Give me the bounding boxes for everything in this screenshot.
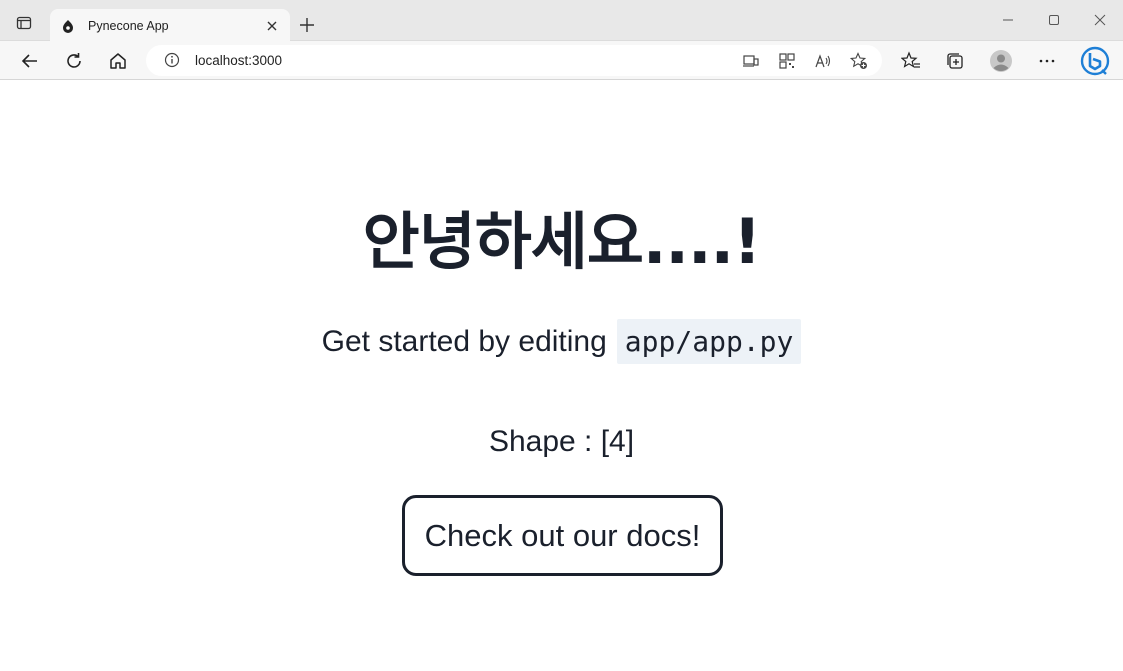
subtitle: Get started by editing app/app.py — [0, 319, 1123, 364]
new-tab-icon[interactable] — [296, 14, 318, 36]
site-info-icon[interactable] — [164, 52, 180, 68]
page-content: 안녕하세요....! Get started by editing app/ap… — [0, 81, 1123, 671]
browser-tab[interactable]: Pynecone App — [50, 9, 290, 42]
read-aloud-icon[interactable] — [814, 52, 832, 70]
docs-button[interactable]: Check out our docs! — [402, 495, 723, 576]
close-window-icon[interactable] — [1092, 12, 1108, 28]
home-icon[interactable] — [106, 49, 130, 73]
refresh-icon[interactable] — [62, 49, 86, 73]
page-heading: 안녕하세요....! — [362, 205, 762, 278]
collections-icon[interactable] — [943, 49, 967, 73]
url-text[interactable]: localhost:3000 — [195, 53, 282, 68]
browser-titlebar: Pynecone App — [0, 0, 1123, 42]
favorites-icon[interactable] — [899, 49, 923, 73]
qr-code-icon[interactable] — [778, 52, 796, 70]
subtitle-text: Get started by editing — [321, 324, 607, 358]
app-available-icon[interactable] — [742, 52, 760, 70]
more-options-icon[interactable] — [1035, 49, 1059, 73]
subtitle-code: app/app.py — [616, 319, 802, 364]
back-arrow-icon[interactable] — [18, 49, 42, 73]
close-tab-icon[interactable] — [262, 16, 282, 36]
tab-actions-icon[interactable] — [14, 13, 34, 33]
profile-avatar-icon[interactable] — [989, 49, 1013, 73]
maximize-icon[interactable] — [1046, 12, 1062, 28]
bing-copilot-icon[interactable] — [1080, 46, 1110, 76]
pynecone-favicon-icon — [60, 18, 76, 34]
shape-text: Shape : [4] — [488, 425, 635, 458]
minimize-icon[interactable] — [1000, 12, 1016, 28]
add-favorite-icon[interactable] — [850, 52, 868, 70]
address-bar[interactable]: localhost:3000 — [146, 45, 882, 76]
browser-navbar: localhost:3000 — [0, 41, 1123, 80]
tab-title: Pynecone App — [88, 18, 169, 33]
